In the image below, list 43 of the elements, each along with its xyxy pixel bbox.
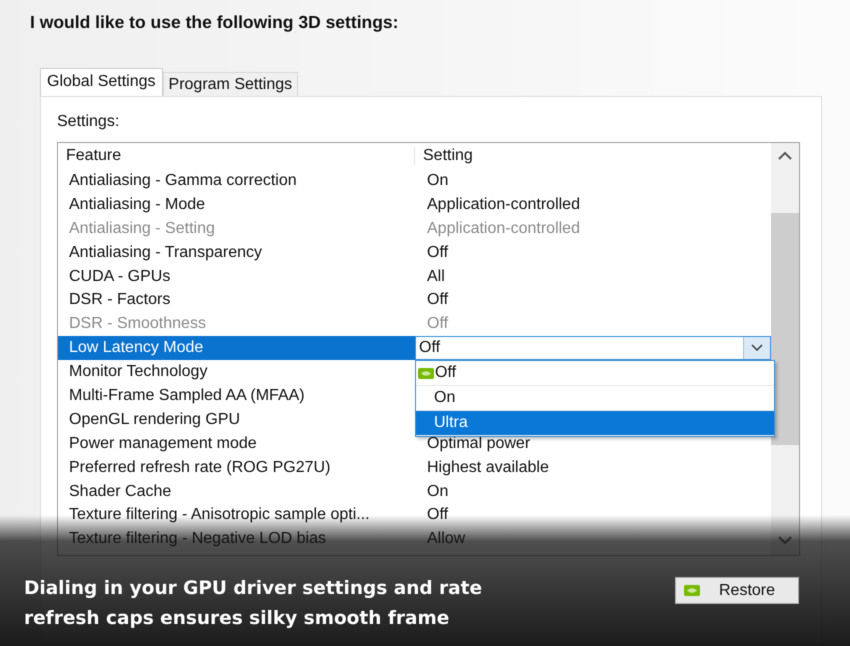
dropdown-option[interactable]: Off	[416, 361, 774, 386]
setting-cell: All	[427, 268, 445, 286]
feature-cell[interactable]: Low Latency Mode	[58, 336, 415, 360]
setting-cell: Off	[427, 291, 448, 310]
setting-cell: Optimal power	[427, 434, 530, 453]
feature-cell[interactable]: DSR - Factors	[58, 288, 415, 312]
feature-cell[interactable]: Antialiasing - Mode	[58, 192, 415, 217]
setting-cell: On	[427, 172, 448, 190]
column-header[interactable]: Feature	[58, 147, 415, 165]
settings-label: Settings:	[57, 113, 120, 131]
tab[interactable]: Global Settings	[40, 68, 163, 96]
feature-cell[interactable]: CUDA - GPUs	[58, 264, 415, 288]
column-header[interactable]: Setting	[415, 147, 473, 165]
feature-cell[interactable]: Antialiasing - Gamma correction	[58, 169, 415, 193]
setting-dropdown[interactable]: Off	[415, 336, 771, 360]
scrollbar[interactable]	[771, 143, 799, 555]
setting-cell: Application-controlled	[427, 196, 580, 214]
restore-button[interactable]: Restore	[675, 577, 799, 604]
feature-cell[interactable]: OpenGL rendering GPU	[58, 408, 415, 432]
setting-cell: Off	[427, 315, 448, 334]
feature-cell[interactable]: Multi-Frame Sampled AA (MFAA)	[58, 384, 415, 408]
logo-icon	[418, 368, 434, 379]
setting-cell: Off	[427, 506, 448, 524]
chevron-down-icon[interactable]	[778, 536, 792, 545]
setting-cell: Allow	[427, 530, 466, 548]
feature-cell[interactable]: Antialiasing - Transparency	[58, 240, 415, 265]
dropdown-option[interactable]: Ultra	[416, 411, 774, 436]
feature-cell[interactable]: Shader Cache	[58, 480, 415, 504]
section-heading: I would like to use the following 3D settings:	[30, 12, 398, 33]
feature-cell[interactable]: Power management mode	[58, 432, 415, 456]
feature-cell[interactable]: Monitor Technology	[58, 360, 415, 384]
logo-icon	[684, 585, 700, 596]
caption: Dialing in your GPU driver settings and rate refresh caps ensures silky smooth frame	[24, 577, 484, 631]
feature-cell[interactable]: Preferred refresh rate (ROG PG27U)	[58, 456, 415, 480]
setting-cell: Off	[427, 244, 448, 262]
chevron-down-icon	[743, 337, 770, 360]
setting-cell: Application-controlled	[427, 220, 580, 238]
scrollbar-thumb[interactable]	[771, 213, 799, 445]
chevron-up-icon[interactable]	[778, 151, 792, 160]
feature-cell[interactable]: Texture filtering - Anisotropic sample opti...	[58, 503, 415, 528]
tab[interactable]: Program Settings	[162, 72, 298, 96]
setting-cell: On	[427, 482, 448, 501]
setting-cell: Highest available	[427, 458, 549, 477]
